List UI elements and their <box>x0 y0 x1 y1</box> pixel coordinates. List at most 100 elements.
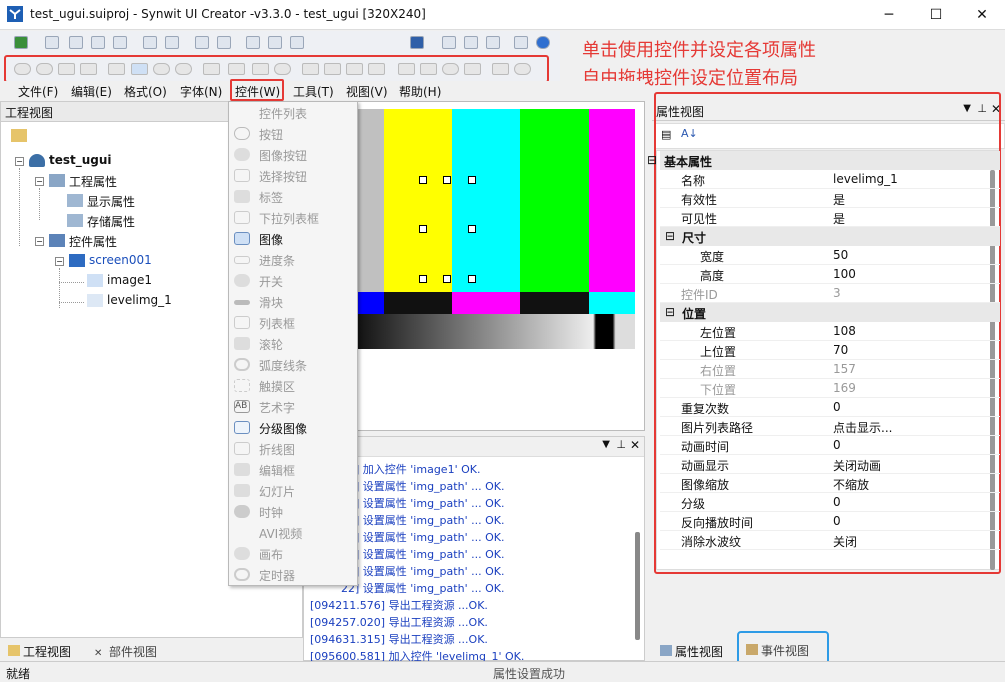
menu-item-timer[interactable]: 定时器 <box>229 564 357 585</box>
dropdown-arrow-icon[interactable]: ▼ <box>602 439 610 450</box>
menu-item-art-text[interactable]: AB 艺术字 <box>229 396 357 417</box>
menu-item-slider[interactable]: 滑块 <box>229 291 357 312</box>
property-value[interactable]: 100 <box>833 267 856 281</box>
menu-help[interactable]: 帮助(H) <box>399 83 441 100</box>
menu-item-progress[interactable]: 进度条 <box>229 249 357 270</box>
resize-handle[interactable] <box>419 275 427 283</box>
property-row[interactable]: 可见性 是 <box>660 208 1000 227</box>
property-value[interactable]: 3 <box>833 286 841 300</box>
group-icon[interactable] <box>290 36 304 49</box>
property-row[interactable]: 控件ID 3 <box>660 284 1000 303</box>
minimize-button[interactable]: ─ <box>866 0 912 30</box>
menu-item-dropdown[interactable]: 下拉列表框 <box>229 207 357 228</box>
menu-item-touch[interactable]: 触摸区 <box>229 375 357 396</box>
menu-item-edit[interactable]: 编辑框 <box>229 459 357 480</box>
copy-icon[interactable] <box>464 36 478 49</box>
resize-handle[interactable] <box>443 176 451 184</box>
resize-handle[interactable] <box>468 275 476 283</box>
maximize-button[interactable]: ☐ <box>913 0 959 30</box>
property-row[interactable]: 动画时间 0 <box>660 436 1000 455</box>
menu-item-switch[interactable]: 开关 <box>229 270 357 291</box>
property-group[interactable]: 基本属性 ⊟ <box>647 151 1000 170</box>
log-scrollbar[interactable] <box>635 532 640 640</box>
property-row[interactable]: 消除水波纹 关闭 <box>660 531 1000 550</box>
menu-item-canvas[interactable]: 画布 <box>229 543 357 564</box>
property-row[interactable]: 图像缩放 不缩放 <box>660 474 1000 493</box>
menu-item-control-list[interactable]: 控件列表 <box>229 102 357 123</box>
collapse-icon[interactable]: ⊟ <box>647 153 657 167</box>
tree-control-props[interactable]: 控件属性 <box>69 233 117 250</box>
menu-item-slideshow[interactable]: 幻灯片 <box>229 480 357 501</box>
tree-screen[interactable]: screen001 <box>89 253 152 267</box>
align-bottom-icon[interactable] <box>113 36 127 49</box>
property-row[interactable]: 重复次数 0 <box>660 398 1000 417</box>
expander-control-props[interactable]: − <box>35 237 44 246</box>
property-value[interactable]: 157 <box>833 362 856 376</box>
property-value[interactable]: 不缩放 <box>833 476 869 493</box>
property-value[interactable]: 0 <box>833 438 841 452</box>
center-vertical-icon[interactable] <box>165 36 179 49</box>
resize-handle[interactable] <box>419 176 427 184</box>
property-value[interactable]: 是 <box>833 191 845 208</box>
close-icon[interactable]: ✕ <box>630 438 640 452</box>
tree-levelimg[interactable]: levelimg_1 <box>107 293 172 307</box>
property-row[interactable]: 有效性 是 <box>660 189 1000 208</box>
save-icon[interactable] <box>410 36 424 49</box>
resize-handle[interactable] <box>443 275 451 283</box>
align-left-icon[interactable] <box>45 36 59 49</box>
same-height-icon[interactable] <box>217 36 231 49</box>
menu-file[interactable]: 文件(F) <box>18 83 58 100</box>
tab-components-view[interactable]: ✕ 部件视图 <box>90 640 161 662</box>
menu-item-label[interactable]: 标签 <box>229 186 357 207</box>
resize-handle[interactable] <box>468 176 476 184</box>
property-group[interactable]: 尺寸 ⊟ <box>660 227 1000 246</box>
grid-icon[interactable] <box>268 36 282 49</box>
paste-icon[interactable] <box>486 36 500 49</box>
property-row[interactable]: 图片列表路径 点击显示... <box>660 417 1000 436</box>
tree-root[interactable]: test_ugui <box>49 153 112 167</box>
close-button[interactable]: ✕ <box>959 0 1005 30</box>
menu-view[interactable]: 视图(V) <box>346 83 388 100</box>
cut-icon[interactable] <box>442 36 456 49</box>
menu-font[interactable]: 字体(N) <box>180 83 222 100</box>
property-value[interactable]: 是 <box>833 210 845 227</box>
pin-icon[interactable]: ⊥ <box>616 438 626 451</box>
menu-item-button[interactable]: 按钮 <box>229 123 357 144</box>
menu-tools[interactable]: 工具(T) <box>293 83 334 100</box>
property-row[interactable]: 高度 100 <box>660 265 1000 284</box>
property-row[interactable]: 反向播放时间 0 <box>660 512 1000 531</box>
property-value[interactable]: 50 <box>833 248 848 262</box>
property-value[interactable]: 0 <box>833 514 841 528</box>
property-value[interactable]: 点击显示... <box>833 419 892 436</box>
resize-handle[interactable] <box>468 225 476 233</box>
menu-item-listbox[interactable]: 列表框 <box>229 312 357 333</box>
collapse-icon[interactable]: ⊟ <box>665 305 675 319</box>
menu-item-line-chart[interactable]: 折线图 <box>229 438 357 459</box>
print-icon[interactable] <box>514 36 528 49</box>
menu-format[interactable]: 格式(O) <box>124 83 167 100</box>
menu-item-video[interactable]: AVI视频 <box>229 522 357 543</box>
same-width-icon[interactable] <box>195 36 209 49</box>
property-value[interactable]: 108 <box>833 324 856 338</box>
tree-display-props[interactable]: 显示属性 <box>87 193 135 210</box>
property-value[interactable]: 70 <box>833 343 848 357</box>
property-value[interactable]: 关闭 <box>833 533 857 550</box>
property-group[interactable]: 位置 ⊟ <box>660 303 1000 322</box>
tab-project-view[interactable]: 工程视图 <box>4 640 75 662</box>
menu-item-level-image[interactable]: 分级图像 <box>229 417 357 438</box>
menu-item-clock[interactable]: 时钟 <box>229 501 357 522</box>
tab-properties-view[interactable]: 属性视图 <box>656 640 727 662</box>
menu-item-image-button[interactable]: 图像按钮 <box>229 144 357 165</box>
property-value[interactable]: 0 <box>833 495 841 509</box>
project-toolbar-icon[interactable] <box>11 129 27 142</box>
tree-project-props[interactable]: 工程属性 <box>69 173 117 190</box>
property-row[interactable]: 上位置 70 <box>660 341 1000 360</box>
center-horizontal-icon[interactable] <box>143 36 157 49</box>
tree-storage-props[interactable]: 存储属性 <box>87 213 135 230</box>
same-size-icon[interactable] <box>246 36 260 49</box>
align-top-icon[interactable] <box>91 36 105 49</box>
tree-image1[interactable]: image1 <box>107 273 152 287</box>
menu-item-arc[interactable]: 弧度线条 <box>229 354 357 375</box>
property-row[interactable]: 下位置 169 <box>660 379 1000 398</box>
property-value[interactable]: levelimg_1 <box>833 172 898 186</box>
